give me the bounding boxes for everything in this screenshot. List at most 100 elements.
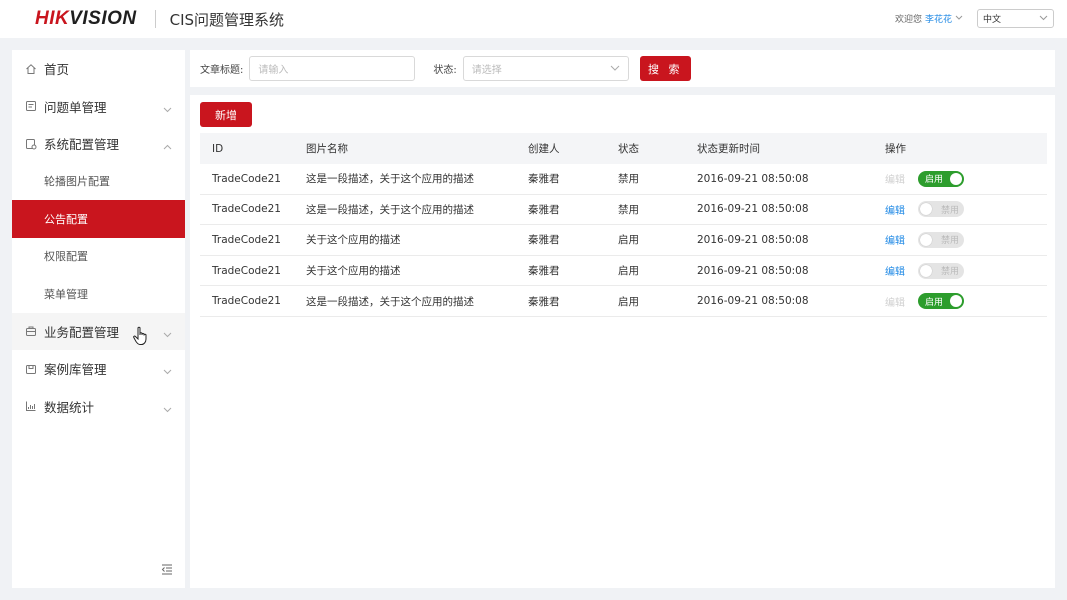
edit-link[interactable]: 编辑 <box>885 294 918 309</box>
chevron-down-icon[interactable] <box>955 14 963 23</box>
cell-operations: 编辑 禁用 <box>885 231 1047 248</box>
table-row: TradeCode21 这是一段描述，关于这个应用的描述 秦雅君 启用 2016… <box>200 286 1047 317</box>
title-input[interactable]: 请输入 <box>249 56 416 81</box>
status-select-placeholder: 请选择 <box>471 65 502 76</box>
cell-time: 2016-09-21 08:50:08 <box>697 264 809 277</box>
table-row: TradeCode21 这是一段描述，关于这个应用的描述 秦雅君 禁用 2016… <box>200 195 1047 226</box>
collapse-menu-icon[interactable] <box>161 563 173 575</box>
cell-id: TradeCode21 <box>212 264 281 277</box>
status-select[interactable]: 请选择 <box>462 56 629 81</box>
toggle-label: 启用 <box>925 175 944 186</box>
cell-creator: 秦雅君 <box>528 295 560 308</box>
announcement-table: ID 图片名称 创建人 状态 状态更新时间 操作 TradeCode21 这是一… <box>200 133 1047 317</box>
cell-name: 关于这个应用的描述 <box>306 234 401 247</box>
logo-text-red: HIK <box>35 8 70 29</box>
edit-link[interactable]: 编辑 <box>885 202 918 217</box>
cell-status: 启用 <box>618 234 639 247</box>
cell-operations: 编辑 禁用 <box>885 262 1047 279</box>
title-filter-label: 文章标题: <box>200 65 244 76</box>
status-toggle[interactable]: 禁用 <box>918 262 964 279</box>
chevron-down-icon <box>610 63 620 74</box>
case-library-icon <box>25 363 37 375</box>
cell-operations: 编辑 禁用 <box>885 201 1047 218</box>
sidebar-item-label: 业务配置管理 <box>44 324 120 340</box>
sidebar-item-label: 问题单管理 <box>44 99 107 115</box>
cell-name: 关于这个应用的描述 <box>306 265 401 278</box>
column-header: 状态 <box>618 143 639 155</box>
settings-document-icon <box>25 138 37 150</box>
cell-time: 2016-09-21 08:50:08 <box>697 233 809 246</box>
chart-icon <box>25 400 37 412</box>
header-divider <box>154 10 156 28</box>
toggle-knob <box>950 295 962 308</box>
sidebar-item-home[interactable]: 首页 <box>12 50 185 88</box>
sidebar-item-system-config[interactable]: 系统配置管理 <box>12 125 185 163</box>
toggle-knob <box>920 233 932 246</box>
chevron-down-icon <box>163 101 172 116</box>
cell-id: TradeCode21 <box>212 172 281 185</box>
chevron-up-icon <box>163 138 172 153</box>
sidebar-item-issues[interactable]: 问题单管理 <box>12 88 185 126</box>
sidebar: 首页 问题单管理 系统配置管理 轮播图片配置 公告配置 权限配置 菜单管理 业务… <box>12 50 185 588</box>
toggle-knob <box>950 172 962 185</box>
edit-link[interactable]: 编辑 <box>885 232 918 247</box>
table-row: TradeCode21 关于这个应用的描述 秦雅君 启用 2016-09-21 … <box>200 256 1047 287</box>
cell-time: 2016-09-21 08:50:08 <box>697 203 809 216</box>
briefcase-icon <box>25 325 37 337</box>
status-toggle[interactable]: 禁用 <box>918 201 964 218</box>
title-input-placeholder: 请输入 <box>258 65 289 76</box>
cell-operations: 编辑 启用 <box>885 293 1047 310</box>
username-link[interactable]: 李花花 <box>925 12 952 25</box>
chevron-down-icon <box>163 326 172 341</box>
welcome-text: 欢迎您 <box>894 15 922 25</box>
cell-id: TradeCode21 <box>212 295 281 308</box>
status-toggle[interactable]: 禁用 <box>918 231 964 248</box>
language-select[interactable]: 中文 <box>977 9 1054 28</box>
sidebar-subitem-carousel[interactable]: 轮播图片配置 <box>12 163 185 201</box>
cell-creator: 秦雅君 <box>528 203 560 216</box>
cell-time: 2016-09-21 08:50:08 <box>697 295 809 308</box>
column-header: ID <box>212 142 224 155</box>
sidebar-item-label: 数据统计 <box>44 399 95 415</box>
chevron-down-icon <box>163 363 172 378</box>
sidebar-item-statistics[interactable]: 数据统计 <box>12 388 185 426</box>
chevron-down-icon <box>1039 14 1048 23</box>
table-row: TradeCode21 这是一段描述，关于这个应用的描述 秦雅君 禁用 2016… <box>200 164 1047 195</box>
sidebar-item-business-config[interactable]: 业务配置管理 <box>12 312 185 350</box>
toggle-knob <box>920 264 932 277</box>
cell-status: 启用 <box>618 295 639 308</box>
logo-text-dark: VISION <box>69 8 137 29</box>
status-toggle[interactable]: 启用 <box>918 170 964 187</box>
edit-link[interactable]: 编辑 <box>885 171 918 186</box>
cell-id: TradeCode21 <box>212 233 281 246</box>
cell-status: 禁用 <box>618 203 639 216</box>
app-title: CIS问题管理系统 <box>169 10 285 29</box>
sidebar-item-label: 系统配置管理 <box>44 137 120 153</box>
sidebar-subitem-announcement[interactable]: 公告配置 <box>12 200 185 238</box>
cell-name: 这是一段描述，关于这个应用的描述 <box>306 173 474 186</box>
cell-id: TradeCode21 <box>212 203 281 216</box>
search-button[interactable]: 搜 索 <box>639 56 691 81</box>
cell-status: 启用 <box>618 265 639 278</box>
cell-creator: 秦雅君 <box>528 234 560 247</box>
sidebar-item-label: 案例库管理 <box>44 362 107 378</box>
cell-creator: 秦雅君 <box>528 265 560 278</box>
language-value: 中文 <box>983 15 1002 25</box>
cell-name: 这是一段描述，关于这个应用的描述 <box>306 203 474 216</box>
sidebar-subitem-permissions[interactable]: 权限配置 <box>12 238 185 276</box>
cell-name: 这是一段描述，关于这个应用的描述 <box>306 295 474 308</box>
edit-link[interactable]: 编辑 <box>885 263 918 278</box>
sidebar-subitem-menu[interactable]: 菜单管理 <box>12 275 185 313</box>
add-button[interactable]: 新增 <box>200 102 252 127</box>
cell-operations: 编辑 启用 <box>885 170 1047 187</box>
status-toggle[interactable]: 启用 <box>918 293 964 310</box>
document-icon <box>25 100 37 112</box>
header-user-area: 欢迎您 李花花 中文 <box>895 9 1054 28</box>
hikvision-logo: HIK VISION <box>35 8 137 30</box>
toggle-knob <box>920 203 932 216</box>
filter-bar: 文章标题: 请输入 状态: 请选择 搜 索 <box>190 50 1055 87</box>
sidebar-item-case-library[interactable]: 案例库管理 <box>12 350 185 388</box>
cell-creator: 秦雅君 <box>528 173 560 186</box>
sidebar-item-label: 首页 <box>44 62 70 78</box>
table-row: TradeCode21 关于这个应用的描述 秦雅君 启用 2016-09-21 … <box>200 225 1047 256</box>
